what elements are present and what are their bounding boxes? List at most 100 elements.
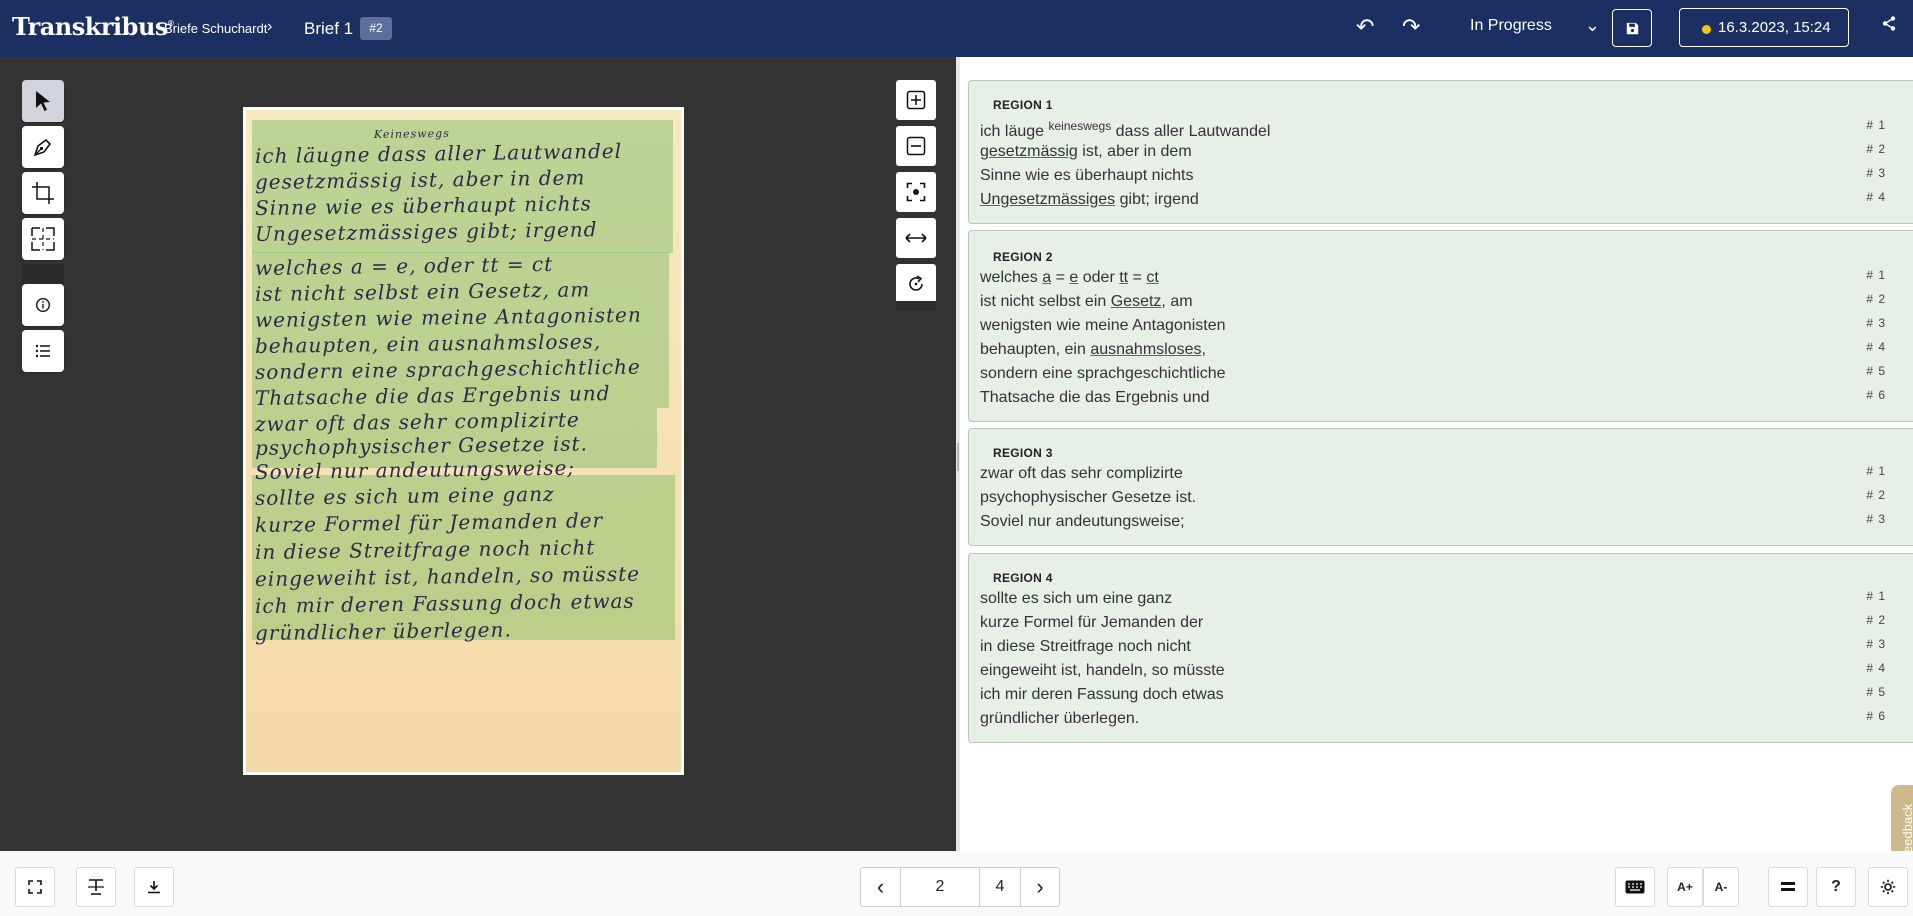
line-number: # 3 <box>1866 166 1886 180</box>
transcription-line[interactable]: sollte es sich um eine ganz <box>980 590 1172 608</box>
undo-icon[interactable]: ↶ <box>1356 14 1374 40</box>
transcription-line[interactable]: ist nicht selbst ein Gesetz, am <box>980 293 1193 311</box>
handwritten-line: sollte es sich um eine ganz <box>254 481 555 510</box>
line-number: # 3 <box>1866 637 1886 651</box>
select-tool-button[interactable] <box>22 80 64 122</box>
download-button[interactable] <box>134 867 174 907</box>
line-number: # 2 <box>1866 292 1886 306</box>
zoom-out-button[interactable] <box>896 126 936 166</box>
line-text: ich mir deren Fassung doch etwas <box>980 686 1224 703</box>
breadcrumb-chevron-icon: › <box>267 18 273 35</box>
underlined-word: ausnahmsloses <box>1090 341 1202 358</box>
keyboard-button[interactable] <box>1615 867 1655 907</box>
fullscreen-button[interactable] <box>15 867 55 907</box>
line-number: # 2 <box>1866 142 1886 156</box>
font-increase-button[interactable]: A+ <box>1667 867 1703 907</box>
fit-width-button[interactable] <box>896 218 936 258</box>
total-pages: 4 <box>980 868 1021 906</box>
zoom-toolbar-separator <box>896 301 936 311</box>
transcription-line[interactable]: wenigsten wie meine Antagonisten <box>980 317 1226 335</box>
current-page-input[interactable]: 2 <box>901 868 980 906</box>
save-button[interactable] <box>1612 9 1652 47</box>
line-text: Thatsache die das Ergebnis und <box>980 389 1210 406</box>
document-page-image[interactable]: Keineswegs ich läugne dass aller Lautwan… <box>243 107 684 775</box>
transcription-line[interactable]: zwar oft das sehr complizirte <box>980 465 1183 483</box>
fit-screen-icon <box>906 182 926 202</box>
transcription-line[interactable]: gründlicher überlegen. <box>980 710 1139 728</box>
pen-icon <box>33 138 52 157</box>
line-number: # 6 <box>1866 388 1886 402</box>
breadcrumb-collection[interactable]: Briefe Schuchardt <box>164 21 267 36</box>
divider-handle[interactable] <box>957 443 959 471</box>
layers-icon <box>1781 882 1795 891</box>
transcription-line[interactable]: psychophysischer Gesetze ist. <box>980 489 1196 507</box>
help-button[interactable]: ? <box>1816 867 1856 907</box>
region-title: REGION 4 <box>993 571 1053 585</box>
transcription-line[interactable]: in diese Streitfrage noch nicht <box>980 638 1191 656</box>
status-dropdown[interactable]: In Progress ⌄ <box>1470 15 1600 41</box>
layers-button[interactable] <box>1768 867 1808 907</box>
transcription-line[interactable]: behaupten, ein ausnahmsloses, <box>980 341 1206 359</box>
transcription-region-3[interactable]: REGION 3 zwar oft das sehr complizirte #… <box>968 428 1913 546</box>
transcription-line[interactable]: Thatsache die das Ergebnis und <box>980 389 1209 407</box>
underlined-word: a <box>1042 269 1052 286</box>
status-value: In Progress <box>1470 17 1552 34</box>
superscript-word: keineswegs <box>1048 119 1112 133</box>
transcription-region-2[interactable]: REGION 2 welches a = e oder tt = ct # 1 … <box>968 230 1913 422</box>
line-number: # 3 <box>1866 512 1886 526</box>
handwritten-line: gründlicher überlegen. <box>254 617 512 645</box>
line-text: sondern eine sprachgeschichtliche <box>980 365 1226 382</box>
line-number: # 2 <box>1866 488 1886 502</box>
text-layout-button[interactable] <box>76 867 116 907</box>
line-text: oder <box>1078 269 1120 286</box>
region-tool-button[interactable] <box>22 218 64 260</box>
transcription-line[interactable]: Ungesetzmässiges gibt; irgend <box>980 191 1199 209</box>
transcription-line[interactable]: eingeweiht ist, handeln, so müsste <box>980 662 1225 680</box>
share-icon[interactable] <box>1882 16 1896 36</box>
line-text: , <box>1201 341 1206 358</box>
transcription-region-1[interactable]: REGION 1 ich läuge keineswegs dass aller… <box>968 80 1913 224</box>
settings-button[interactable] <box>1868 867 1908 907</box>
next-page-button[interactable]: › <box>1021 868 1059 906</box>
handwritten-line: Ungesetzmässiges gibt; irgend <box>254 217 598 246</box>
transcription-line[interactable]: sondern eine sprachgeschichtliche <box>980 365 1225 383</box>
transcription-line[interactable]: gesetzmässig ist, aber in dem <box>980 143 1192 161</box>
line-text: gibt; irgend <box>1115 191 1199 208</box>
status-date-button[interactable]: 16.3.2023, 15:24 <box>1679 8 1849 47</box>
info-icon <box>35 297 51 313</box>
info-button[interactable] <box>22 284 64 326</box>
crop-icon <box>32 182 54 204</box>
transcription-line[interactable]: Sinne wie es überhaupt nichts <box>980 167 1193 185</box>
zoom-in-button[interactable] <box>896 80 936 120</box>
line-number: # 2 <box>1866 613 1886 627</box>
previous-page-button[interactable]: ‹ <box>861 868 901 906</box>
transcription-line[interactable]: Soviel nur andeutungsweise; <box>980 513 1185 531</box>
list-button[interactable] <box>22 330 64 372</box>
fit-width-icon <box>905 233 927 243</box>
transcription-line[interactable]: ich läuge keineswegs dass aller Lautwand… <box>980 119 1270 141</box>
fit-screen-button[interactable] <box>896 172 936 212</box>
app-logo-text: Transkribus <box>12 12 168 41</box>
transcription-line[interactable]: welches a = e oder tt = ct <box>980 269 1159 287</box>
handwritten-annotation: Keineswegs <box>373 126 450 141</box>
handwritten-line: kurze Formel für Jemanden der <box>254 508 604 537</box>
crop-tool-button[interactable] <box>22 172 64 214</box>
handwritten-line: Thatsache die das Ergebnis und <box>254 381 611 410</box>
transcription-line[interactable]: kurze Formel für Jemanden der <box>980 614 1203 632</box>
text-layout-icon <box>88 879 104 895</box>
transcription-region-4[interactable]: REGION 4 sollte es sich um eine ganz # 1… <box>968 553 1913 743</box>
line-text: psychophysischer Gesetze ist. <box>980 489 1197 506</box>
line-text: ist nicht selbst ein <box>980 293 1111 310</box>
app-logo[interactable]: Transkribus® <box>12 12 174 41</box>
line-text: gründlicher überlegen. <box>980 710 1140 727</box>
transcription-line[interactable]: ich mir deren Fassung doch etwas <box>980 686 1224 704</box>
rotate-button[interactable] <box>896 264 936 304</box>
line-text: kurze Formel für Jemanden der <box>980 614 1204 631</box>
line-number: # 1 <box>1866 268 1886 282</box>
underlined-word: tt <box>1119 269 1129 286</box>
line-text: ist, aber in dem <box>1077 143 1192 160</box>
font-decrease-button[interactable]: A- <box>1703 867 1739 907</box>
pen-tool-button[interactable] <box>22 126 64 168</box>
redo-icon[interactable]: ↷ <box>1402 14 1420 40</box>
save-icon <box>1626 22 1638 35</box>
